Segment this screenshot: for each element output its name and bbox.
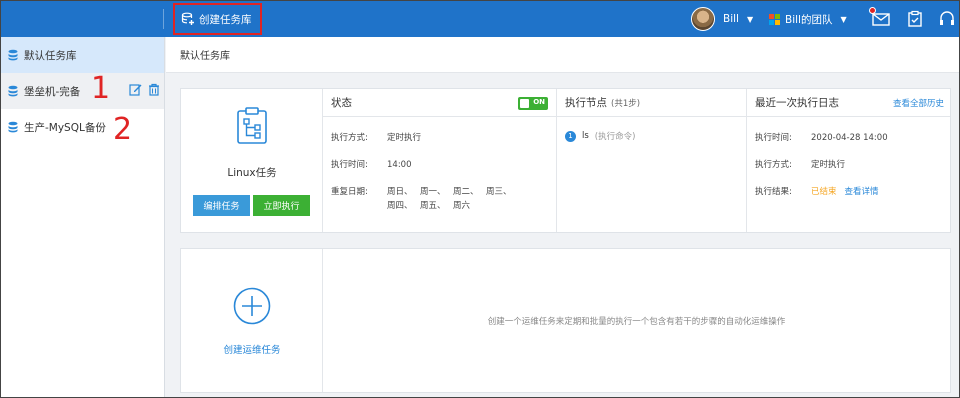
task-name: Linux任务 (227, 167, 277, 179)
exec-time-key: 执行时间: (331, 160, 368, 170)
node-command: ls (582, 131, 589, 141)
page-title: 默认任务库 (180, 51, 230, 62)
support-button[interactable] (937, 9, 957, 29)
toggle-label: ON (533, 98, 545, 106)
exec-mode-row: 执行方式: 定时执行 (331, 131, 421, 143)
enable-toggle[interactable]: ON (518, 97, 548, 110)
log-result-status: 已结束 (811, 187, 837, 197)
create-library-button[interactable]: 创建任务库 (173, 3, 262, 35)
database-icon (8, 49, 18, 61)
log-header: 最近一次执行日志 查看全部历史 (747, 89, 950, 117)
database-add-icon (181, 12, 194, 25)
database-icon (8, 85, 18, 97)
tasks-button[interactable] (905, 9, 925, 29)
view-details-link[interactable]: 查看详情 (845, 187, 879, 197)
sidebar: 默认任务库 堡垒机-完备 生产-MySQL备份 (1, 37, 165, 397)
nodes-header: 执行节点 (共1步) (557, 89, 746, 117)
toggle-knob (520, 99, 529, 108)
topbar-divider (163, 9, 164, 29)
create-task-description: 创建一个运维任务来定期和批量的执行一个包含有若干的步骤的自动化运维操作 (487, 316, 786, 327)
annotation-number-2: 2 (113, 112, 133, 147)
log-result-key: 执行结果: (755, 187, 792, 197)
log-column: 最近一次执行日志 查看全部历史 执行时间: 2020-04-28 14:00 执行… (747, 89, 950, 232)
team-logo-icon (769, 13, 780, 25)
trash-icon[interactable] (148, 83, 160, 96)
repeat-day: 周二、 (453, 187, 479, 197)
team-menu[interactable]: Bill的团队 ▼ (769, 7, 847, 31)
exec-time-value: 14:00 (387, 160, 412, 170)
edit-task-button[interactable]: 编排任务 (193, 195, 250, 216)
repeat-key: 重复日期: (331, 187, 368, 197)
database-icon (8, 121, 18, 133)
annotation-number-1: 1 (91, 71, 111, 106)
sidebar-item-default-library[interactable]: 默认任务库 (1, 37, 164, 73)
create-task-label[interactable]: 创建运维任务 (181, 342, 323, 356)
create-library-label: 创建任务库 (199, 13, 252, 26)
plus-circle-icon (233, 287, 271, 325)
create-task-card: 创建运维任务 创建一个运维任务来定期和批量的执行一个包含有若干的步骤的自动化运维… (180, 248, 951, 393)
sidebar-item-label: 默认任务库 (24, 49, 77, 62)
clipboard-check-icon (908, 10, 922, 27)
repeat-day: 周一、 (420, 187, 446, 197)
repeat-days: 周日、 周一、 周二、 周三、周四、 周五、 周六 (387, 185, 523, 213)
create-task-tile[interactable]: 创建运维任务 (181, 249, 323, 392)
log-time-row: 执行时间: 2020-04-28 14:00 (755, 131, 888, 143)
chevron-down-icon: ▼ (746, 14, 754, 24)
status-header-label: 状态 (331, 97, 352, 109)
exec-mode-value: 定时执行 (387, 133, 422, 143)
repeat-row: 重复日期: (331, 185, 387, 197)
user-name: Bill (723, 13, 739, 25)
log-time-value: 2020-04-28 14:00 (811, 133, 888, 143)
status-column: 状态 ON 执行方式: 定时执行 执行时间: 14:00 重复日期: 周日、 周一、周… (323, 89, 557, 232)
node-type: (执行命令) (594, 132, 636, 142)
main-content: 默认任务库 Linux任务 编排任务 立即执行 状态 ON 执行方式: 定时执行… (166, 37, 959, 397)
node-index-badge: 1 (565, 130, 576, 142)
sidebar-item-mysql-backup[interactable]: 生产-MySQL备份 (1, 109, 164, 145)
team-name: Bill的团队 (785, 13, 833, 26)
log-mode-key: 执行方式: (755, 160, 792, 170)
repeat-day: 周六 (453, 201, 471, 211)
task-summary: Linux任务 编排任务 立即执行 (181, 89, 323, 232)
user-menu[interactable]: Bill ▼ (691, 7, 753, 31)
sidebar-item-label: 堡垒机-完备 (24, 85, 81, 98)
nodes-column: 执行节点 (共1步) 1 ls (执行命令) (557, 89, 747, 232)
node-step: 1 ls (执行命令) (565, 130, 635, 142)
avatar (691, 7, 715, 31)
nodes-count: (共1步) (611, 98, 641, 109)
run-now-button[interactable]: 立即执行 (253, 195, 310, 216)
log-mode-value: 定时执行 (811, 160, 846, 170)
chevron-down-icon: ▼ (840, 14, 847, 24)
repeat-day: 周三、 (486, 187, 512, 197)
repeat-day: 周日、 (387, 187, 413, 197)
linux-task-icon (237, 107, 267, 144)
log-mode-row: 执行方式: 定时执行 (755, 158, 845, 170)
log-header-label: 最近一次执行日志 (755, 97, 839, 109)
messages-button[interactable] (869, 7, 891, 29)
nodes-header-label: 执行节点 (565, 97, 607, 109)
sidebar-item-bastion-library[interactable]: 堡垒机-完备 (1, 73, 164, 109)
log-time-key: 执行时间: (755, 133, 792, 143)
notification-dot (869, 7, 876, 14)
view-all-history-link[interactable]: 查看全部历史 (893, 97, 944, 109)
repeat-day: 周四、 (387, 201, 413, 211)
log-result-row: 执行结果: 已结束 查看详情 (755, 185, 879, 197)
status-header: 状态 ON (323, 89, 556, 117)
app-window: 创建任务库 Bill ▼ Bill的团队 ▼ 默认任务库 堡垒机-完备 生产-M… (0, 0, 960, 398)
sidebar-item-label: 生产-MySQL备份 (24, 121, 106, 134)
library-actions (129, 83, 160, 96)
exec-mode-key: 执行方式: (331, 133, 368, 143)
repeat-day: 周五、 (420, 201, 446, 211)
exec-time-row: 执行时间: 14:00 (331, 158, 412, 170)
top-bar: 创建任务库 Bill ▼ Bill的团队 ▼ (1, 1, 959, 37)
task-card: Linux任务 编排任务 立即执行 状态 ON 执行方式: 定时执行 执行时间: 1… (180, 88, 951, 233)
edit-icon[interactable] (129, 83, 142, 96)
headset-icon (940, 11, 954, 25)
breadcrumb: 默认任务库 (166, 37, 959, 73)
